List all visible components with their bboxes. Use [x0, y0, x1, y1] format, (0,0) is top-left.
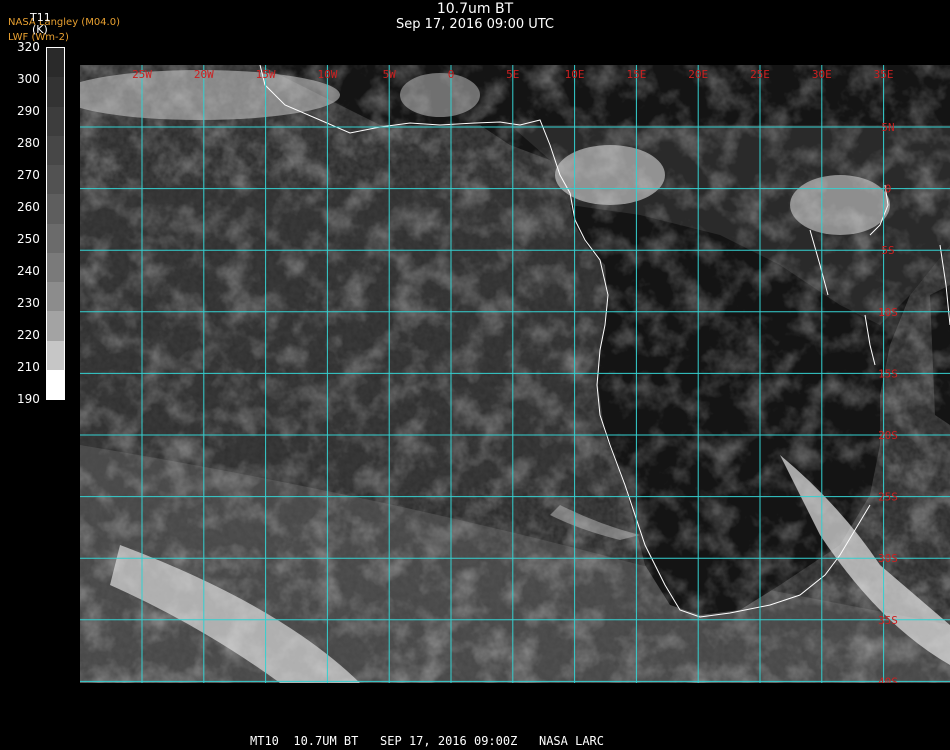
colorbar-swatch: [47, 77, 64, 108]
colorbar-swatch: [47, 135, 64, 166]
cloud-east-africa: [790, 175, 890, 235]
colorbar-swatch: [47, 223, 64, 254]
cloud-central-africa: [555, 145, 665, 205]
image-title: 10.7um BT: [436, 1, 514, 17]
colorbar-swatch: [47, 340, 64, 371]
image-timestamp: Sep 17, 2016 09:00 UTC: [395, 17, 555, 32]
footer-caption: MT10 10.7UM BT SEP 17, 2016 09:00Z NASA …: [250, 734, 605, 748]
longitude-label: 30E: [812, 68, 832, 81]
longitude-label: 0: [448, 68, 455, 81]
longitude-label: 5E: [506, 68, 519, 81]
colorbar-tick-label: 300: [17, 72, 40, 86]
colorbar-tick-label: 320: [17, 40, 40, 54]
colorbar-swatch: [47, 311, 64, 342]
colorbar-tick-label: 230: [17, 296, 40, 310]
colorbar-swatch: [47, 106, 64, 137]
colorbar-tick-label: 270: [17, 168, 40, 182]
latitude-label: 20S: [878, 429, 898, 442]
longitude-label: 10W: [317, 68, 337, 81]
longitude-label: 20E: [688, 68, 708, 81]
colorbar-swatch: [47, 48, 64, 78]
colorbar-tick-label: 190: [17, 392, 40, 406]
latitude-label: 35S: [878, 614, 898, 627]
map-svg: 25W 20W 15W 10W 5W 0 5E 10E 15E 20E 25E 30E 35E 5N 0 5S…: [80, 65, 950, 683]
cloud-gulf: [400, 73, 480, 117]
colorbar-swatch: [47, 282, 64, 312]
longitude-label: 20W: [194, 68, 214, 81]
longitude-label: 10E: [565, 68, 585, 81]
colorbar-tick-label: 220: [17, 328, 40, 342]
latitude-label: 25S: [878, 491, 898, 504]
longitude-label: 35E: [874, 68, 894, 81]
satellite-map: 25W 20W 15W 10W 5W 0 5E 10E 15E 20E 25E 30E 35E 5N 0 5S…: [80, 65, 950, 683]
colorbar-swatch: [47, 369, 64, 400]
colorbar-swatch: [47, 165, 64, 195]
colorbar-tick-label: 240: [17, 264, 40, 278]
longitude-label: 15W: [256, 68, 276, 81]
longitude-label: 25W: [132, 68, 152, 81]
credit-source: NASA Langley (M04.0): [8, 17, 120, 28]
longitude-label: 5W: [383, 68, 397, 81]
colorbar-tick-label: 280: [17, 136, 40, 150]
latitude-label: 5S: [881, 244, 894, 257]
colorbar-swatch: [47, 194, 64, 225]
latitude-label: 0: [885, 183, 892, 196]
longitude-label: 25E: [750, 68, 770, 81]
colorbar-tick-label: 250: [17, 232, 40, 246]
latitude-label: 15S: [878, 367, 898, 380]
colorbar-tick-label: 260: [17, 200, 40, 214]
latitude-label: 10S: [878, 306, 898, 319]
colorbar-tick-label: 290: [17, 104, 40, 118]
latitude-label: 40S: [878, 675, 898, 683]
latitude-label: 5N: [881, 121, 894, 134]
colorbar-tick-label: 210: [17, 360, 40, 374]
colorbar-swatch: [47, 252, 64, 283]
colorbar: [46, 47, 65, 400]
latitude-label: 30S: [878, 552, 898, 565]
colorbar-unit: (K): [32, 23, 48, 36]
longitude-label: 15E: [626, 68, 646, 81]
